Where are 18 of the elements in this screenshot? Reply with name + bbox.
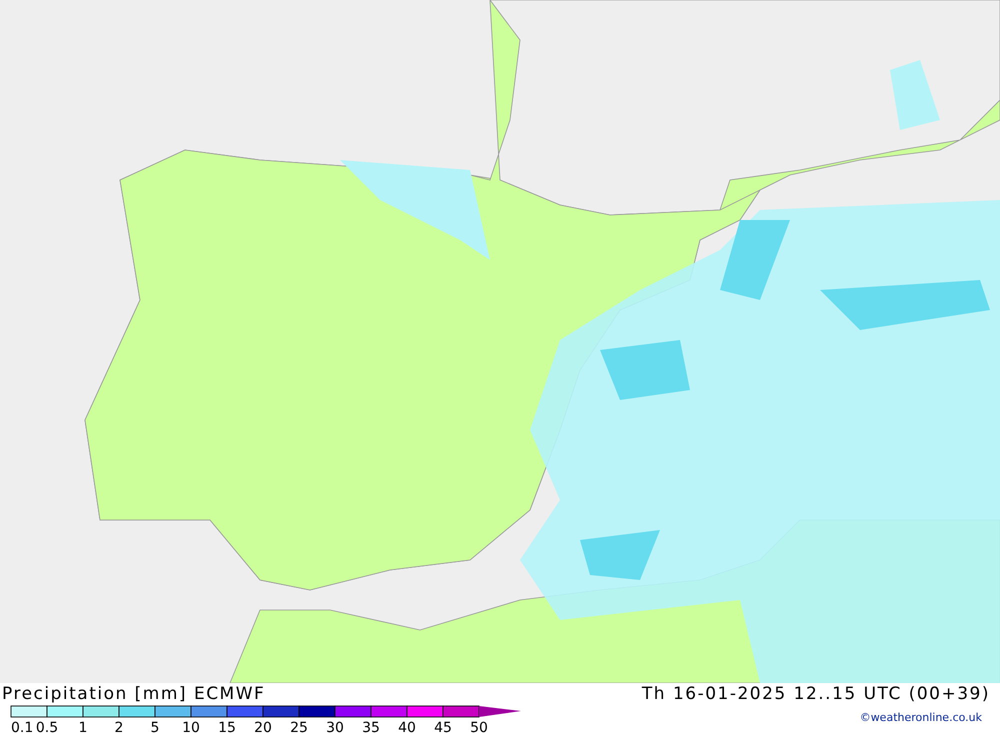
legend-label: 40 xyxy=(398,720,416,733)
legend-arrow xyxy=(479,706,521,717)
legend-label: 20 xyxy=(254,720,272,733)
legend-label: 45 xyxy=(434,720,452,733)
credit-link[interactable]: ©weatheronline.co.uk xyxy=(860,711,982,724)
map-title: Precipitation [mm] ECMWF xyxy=(2,683,266,705)
valid-time: Th 16-01-2025 12..15 UTC (00+39) xyxy=(642,683,990,705)
legend-label: 10 xyxy=(182,720,200,733)
legend-label: 35 xyxy=(362,720,380,733)
legend-label: 30 xyxy=(326,720,344,733)
legend-label: 0.5 xyxy=(36,720,58,733)
legend-label: 0.1 xyxy=(11,720,34,733)
legend-label: 50 xyxy=(470,720,488,733)
legend-label: 1 xyxy=(78,720,88,733)
legend-label: 15 xyxy=(218,720,236,733)
legend-label: 25 xyxy=(290,720,308,733)
legend-label: 2 xyxy=(114,720,124,733)
legend-label: 5 xyxy=(150,720,160,733)
